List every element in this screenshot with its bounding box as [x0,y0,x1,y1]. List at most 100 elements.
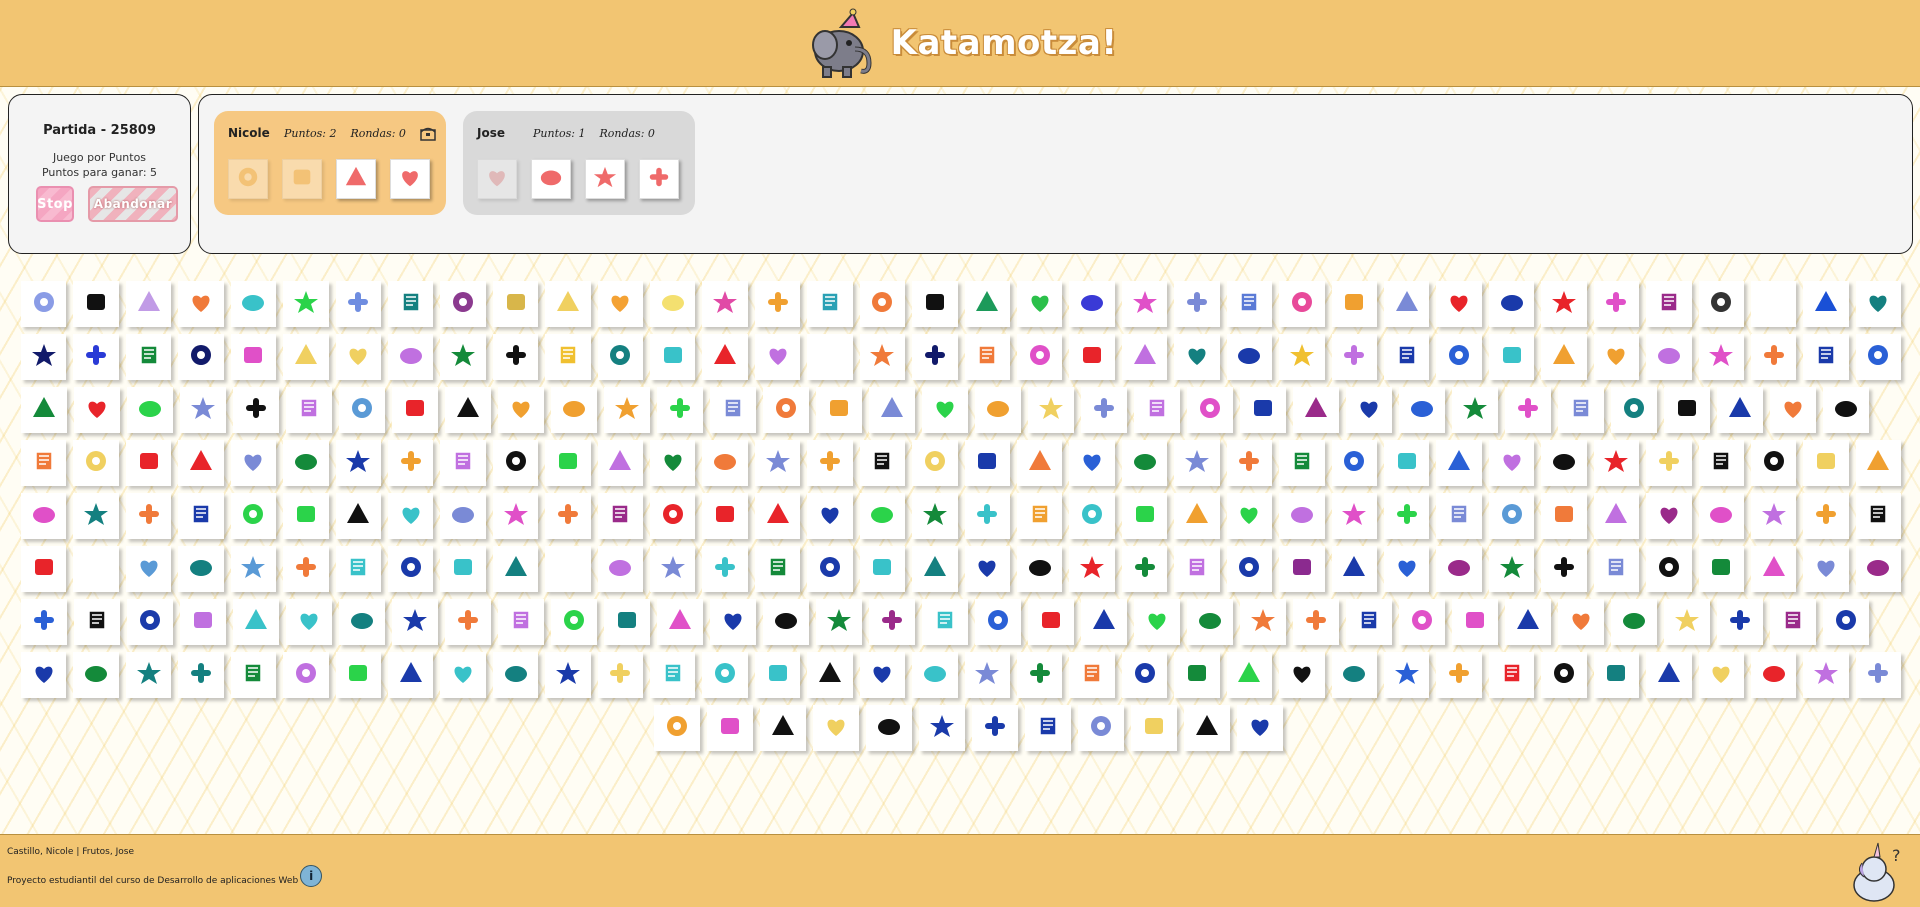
board-card[interactable] [1770,387,1816,433]
board-card[interactable] [230,652,277,698]
board-card[interactable] [1593,334,1640,380]
board-card[interactable] [1174,493,1220,539]
board-card[interactable] [230,334,277,380]
board-card[interactable] [1698,281,1744,327]
board-card[interactable] [1698,652,1744,698]
board-card[interactable] [1383,440,1430,486]
board-card[interactable] [1593,652,1640,698]
board-card[interactable] [21,387,67,433]
board-card[interactable] [387,440,434,486]
board-card[interactable] [702,493,748,539]
board-card[interactable] [1331,281,1377,327]
abandon-button[interactable]: Abandonar [88,186,178,222]
board-card[interactable] [1664,387,1710,433]
board-card[interactable] [74,387,120,433]
board-card[interactable] [1803,546,1849,592]
board-card[interactable] [1134,387,1180,433]
board-card[interactable] [1174,440,1220,486]
board-card[interactable] [1541,334,1587,380]
board-card[interactable] [178,334,224,380]
board-card[interactable] [1541,546,1587,592]
board-card[interactable] [604,387,650,433]
board-card[interactable] [545,281,591,327]
board-card[interactable] [859,493,906,539]
board-card[interactable] [702,652,748,698]
board-card[interactable] [859,652,906,698]
board-card[interactable] [702,281,748,327]
board-card[interactable] [1028,387,1074,433]
board-card[interactable] [387,546,434,592]
board-card[interactable] [1452,387,1498,433]
board-card[interactable] [1346,599,1392,645]
board-card[interactable] [816,599,862,645]
board-card[interactable] [1174,546,1220,592]
board-card[interactable] [869,387,915,433]
board-card[interactable] [492,440,539,486]
board-card[interactable] [1698,493,1744,539]
board-card[interactable] [387,334,434,380]
board-card[interactable] [1488,493,1535,539]
board-card[interactable] [1279,652,1325,698]
board-card[interactable] [1184,705,1230,751]
board-card[interactable] [1226,493,1273,539]
board-card[interactable] [1646,652,1692,698]
board-card[interactable] [1803,493,1849,539]
board-card[interactable] [1646,281,1692,327]
board-card[interactable] [545,652,591,698]
board-card[interactable] [178,281,224,327]
board-card[interactable] [1803,652,1849,698]
ring-card[interactable] [585,159,625,199]
board-card[interactable] [912,281,958,327]
board-card[interactable] [1121,334,1168,380]
board-card[interactable] [760,705,806,751]
board-card[interactable] [1346,387,1392,433]
board-card[interactable] [1226,546,1273,592]
board-card[interactable] [440,334,486,380]
board-card[interactable] [604,599,650,645]
feather-card[interactable] [336,159,376,199]
board-card[interactable] [912,440,958,486]
board-card[interactable] [1121,440,1168,486]
board-card[interactable] [816,387,862,433]
board-card[interactable] [233,387,279,433]
board-card[interactable] [1593,440,1640,486]
board-card[interactable] [335,546,381,592]
board-card[interactable] [597,440,644,486]
board-card[interactable] [73,281,119,327]
board-card[interactable] [1436,440,1482,486]
board-card[interactable] [1383,281,1430,327]
board-card[interactable] [754,652,801,698]
board-card[interactable] [1646,334,1692,380]
board-card[interactable] [1025,705,1071,751]
board-card[interactable] [1383,493,1430,539]
board-card[interactable] [21,334,67,380]
board-card[interactable] [807,281,853,327]
board-card[interactable] [498,599,544,645]
board-card[interactable] [1698,440,1744,486]
board-card[interactable] [1505,599,1551,645]
board-card[interactable] [1436,334,1482,380]
board-card[interactable] [73,652,119,698]
board-card[interactable] [335,334,381,380]
board-card[interactable] [869,599,915,645]
board-card[interactable] [286,387,332,433]
board-card[interactable] [1541,281,1587,327]
board-card[interactable] [754,493,801,539]
unicorn-help-icon[interactable]: ? [1844,841,1906,903]
board-card[interactable] [1593,493,1640,539]
board-card[interactable] [125,546,172,592]
board-card[interactable] [1293,387,1339,433]
board-card[interactable] [702,546,748,592]
board-card[interactable] [492,493,539,539]
board-card[interactable] [1855,652,1902,698]
board-card[interactable] [1488,334,1535,380]
board-card[interactable] [335,493,381,539]
board-card[interactable] [1279,440,1325,486]
board-card[interactable] [1174,281,1220,327]
board-card[interactable] [972,705,1018,751]
board-card[interactable] [1488,652,1535,698]
gamepad-card[interactable] [477,159,517,199]
board-card[interactable] [1331,546,1377,592]
board-card[interactable] [597,281,644,327]
board-card[interactable] [1803,281,1849,327]
